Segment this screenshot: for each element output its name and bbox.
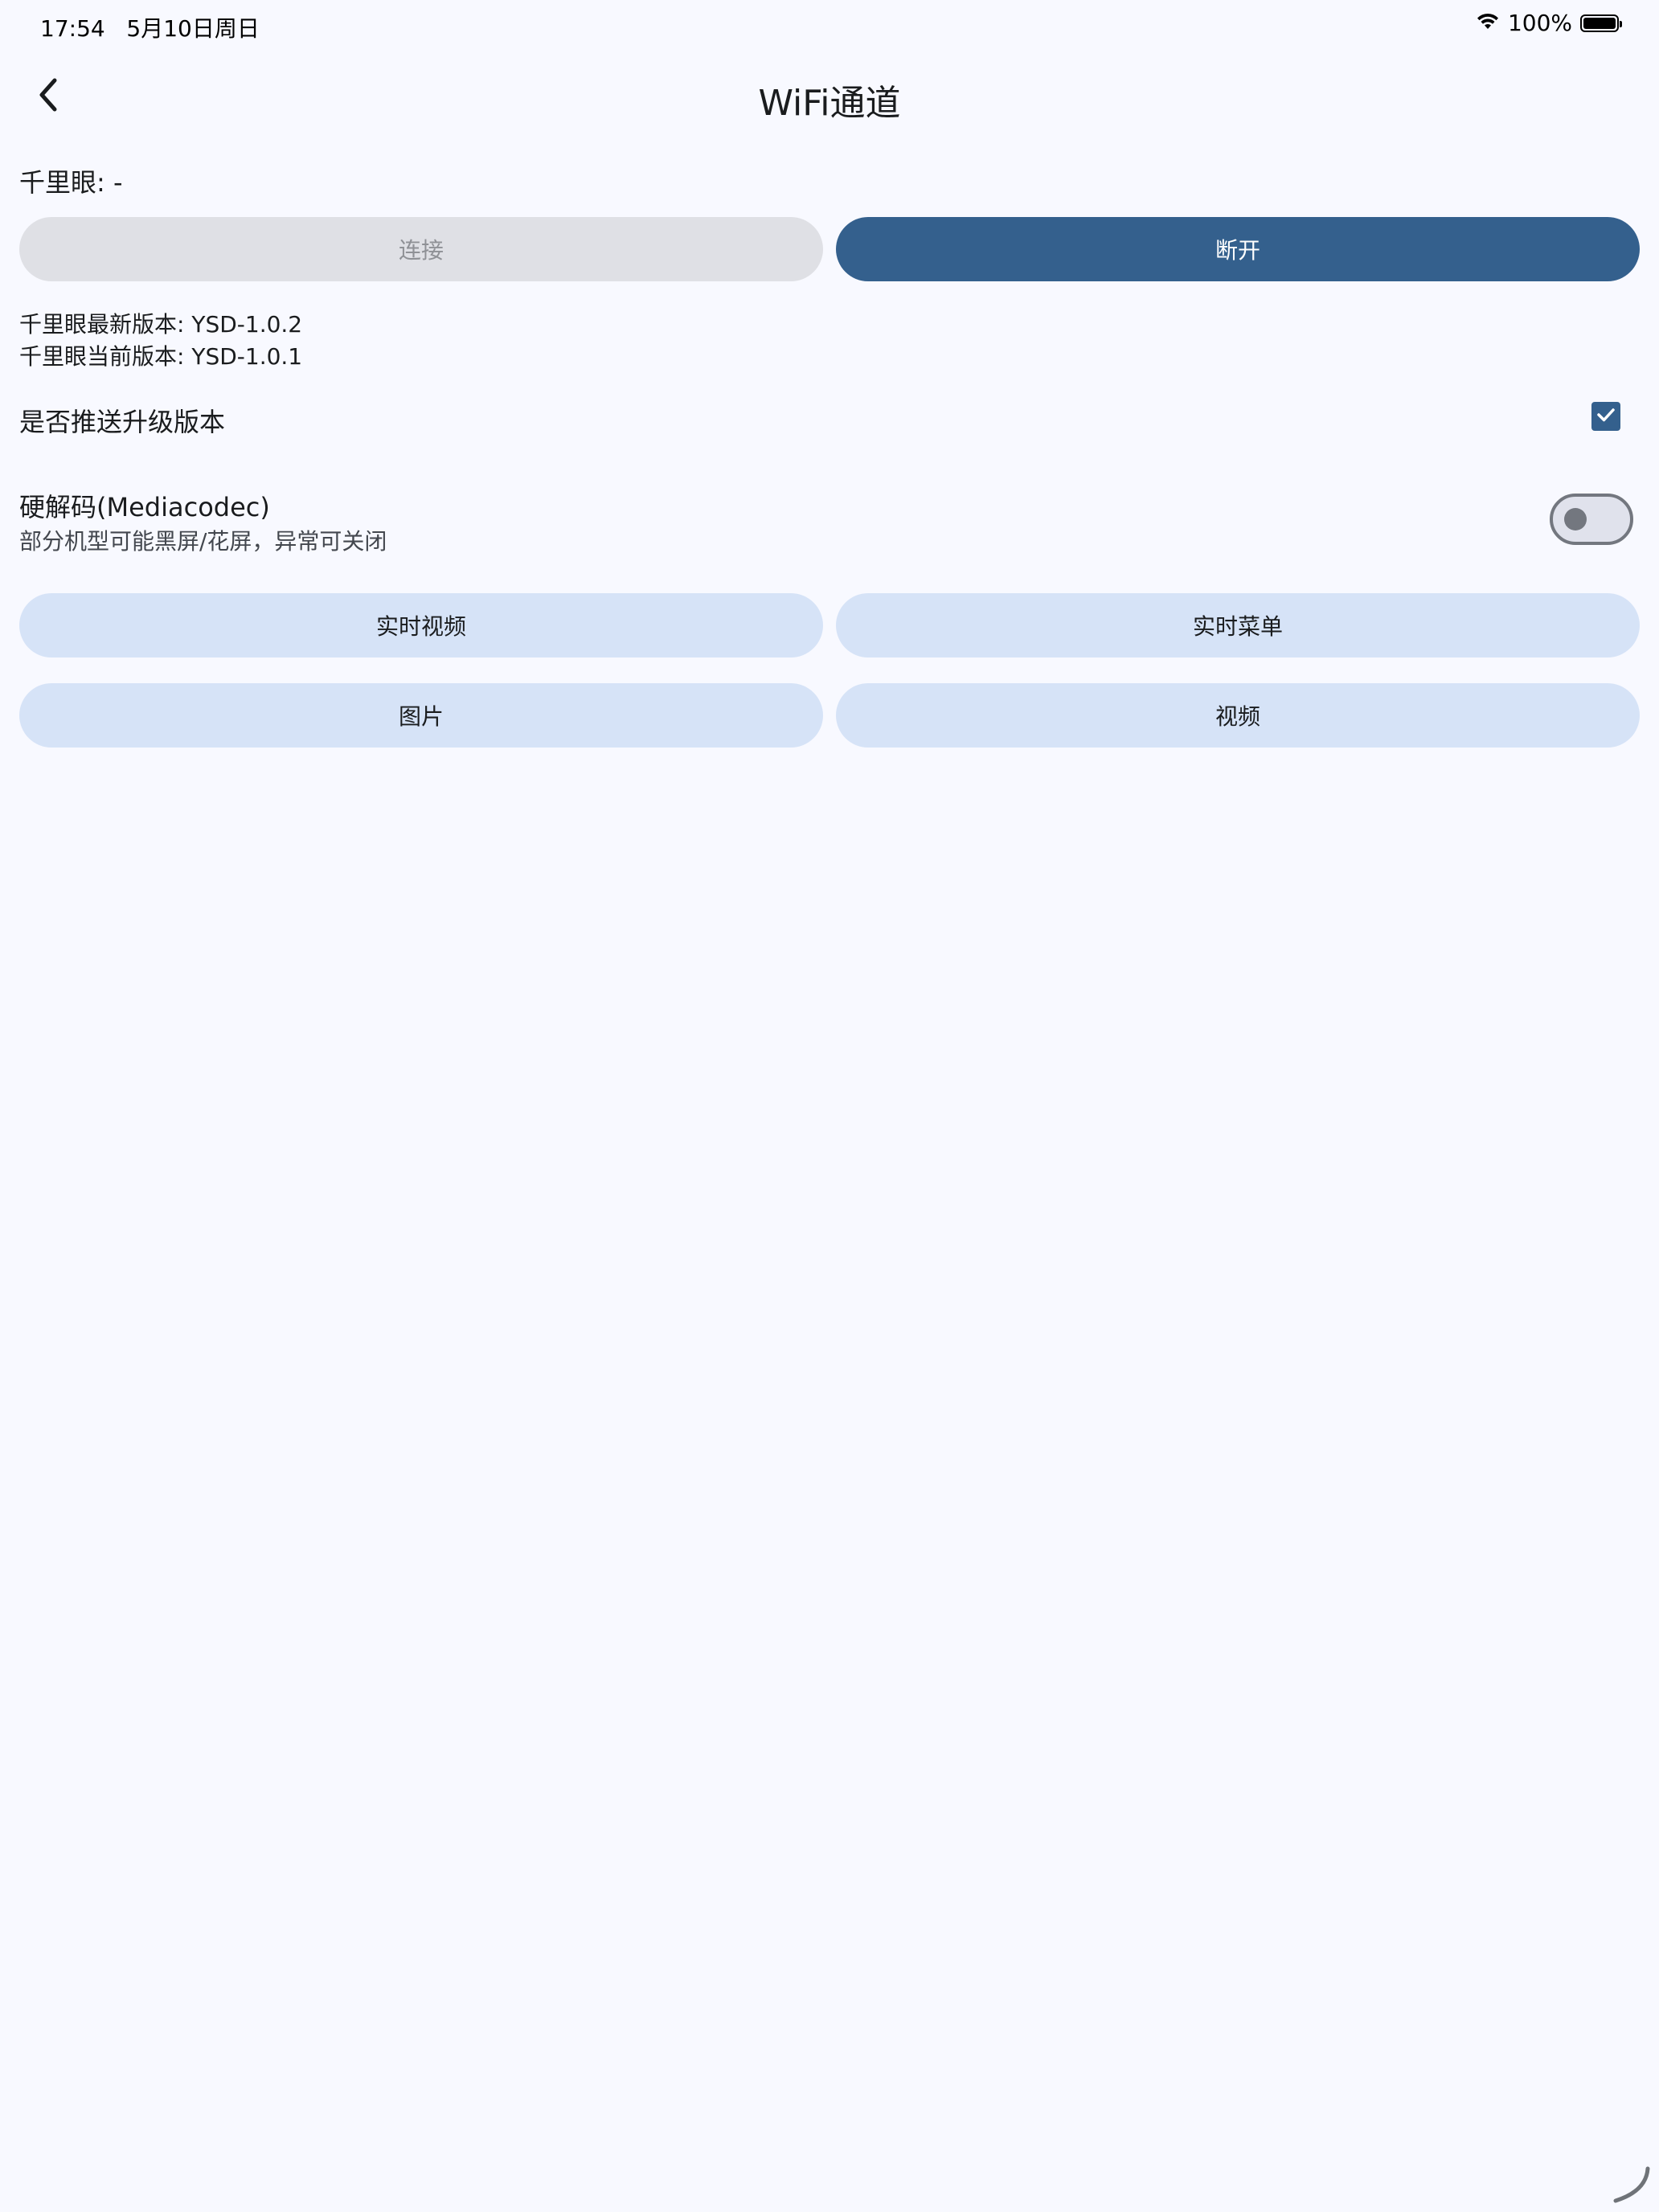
live-menu-button-label: 实时菜单 (1192, 613, 1283, 640)
disconnect-button-label: 断开 (1215, 237, 1260, 264)
device-label: 千里眼: - (19, 167, 123, 198)
check-icon (1595, 403, 1617, 429)
battery-fill (1583, 17, 1616, 29)
chevron-left-icon (32, 76, 64, 117)
hardware-decode-switch[interactable] (1550, 494, 1633, 545)
status-right: 100% (1476, 10, 1622, 36)
wifi-icon (1476, 10, 1500, 36)
resize-handle-icon[interactable] (1611, 2164, 1651, 2204)
page-title: WiFi通道 (758, 83, 901, 124)
current-version-text: 千里眼当前版本: YSD-1.0.1 (19, 343, 303, 370)
live-video-button[interactable]: 实时视频 (19, 593, 823, 657)
live-video-button-label: 实时视频 (375, 613, 466, 640)
latest-version-text: 千里眼最新版本: YSD-1.0.2 (19, 311, 303, 338)
battery-icon (1580, 14, 1622, 32)
hardware-decode-subtitle: 部分机型可能黑屏/花屏，异常可关闭 (19, 528, 387, 555)
hardware-decode-label: 硬解码(Mediacodec) (19, 492, 270, 522)
status-time: 17:54 5月10日周日 (40, 15, 260, 42)
back-button[interactable] (19, 68, 77, 125)
live-menu-button[interactable]: 实时菜单 (836, 593, 1640, 657)
videos-button-label: 视频 (1215, 703, 1260, 730)
status-bar: 17:54 5月10日周日 100% (0, 0, 1659, 51)
battery-percent: 100% (1507, 10, 1572, 36)
pictures-button[interactable]: 图片 (19, 683, 823, 748)
pictures-button-label: 图片 (398, 703, 444, 730)
videos-button[interactable]: 视频 (836, 683, 1640, 748)
push-upgrade-label: 是否推送升级版本 (19, 407, 226, 437)
app-bar: WiFi通道 (0, 51, 1659, 141)
push-upgrade-checkbox[interactable] (1591, 402, 1620, 431)
connect-button-label: 连接 (398, 237, 444, 264)
disconnect-button[interactable]: 断开 (836, 217, 1640, 281)
switch-thumb (1564, 508, 1587, 530)
connect-button[interactable]: 连接 (19, 217, 823, 281)
